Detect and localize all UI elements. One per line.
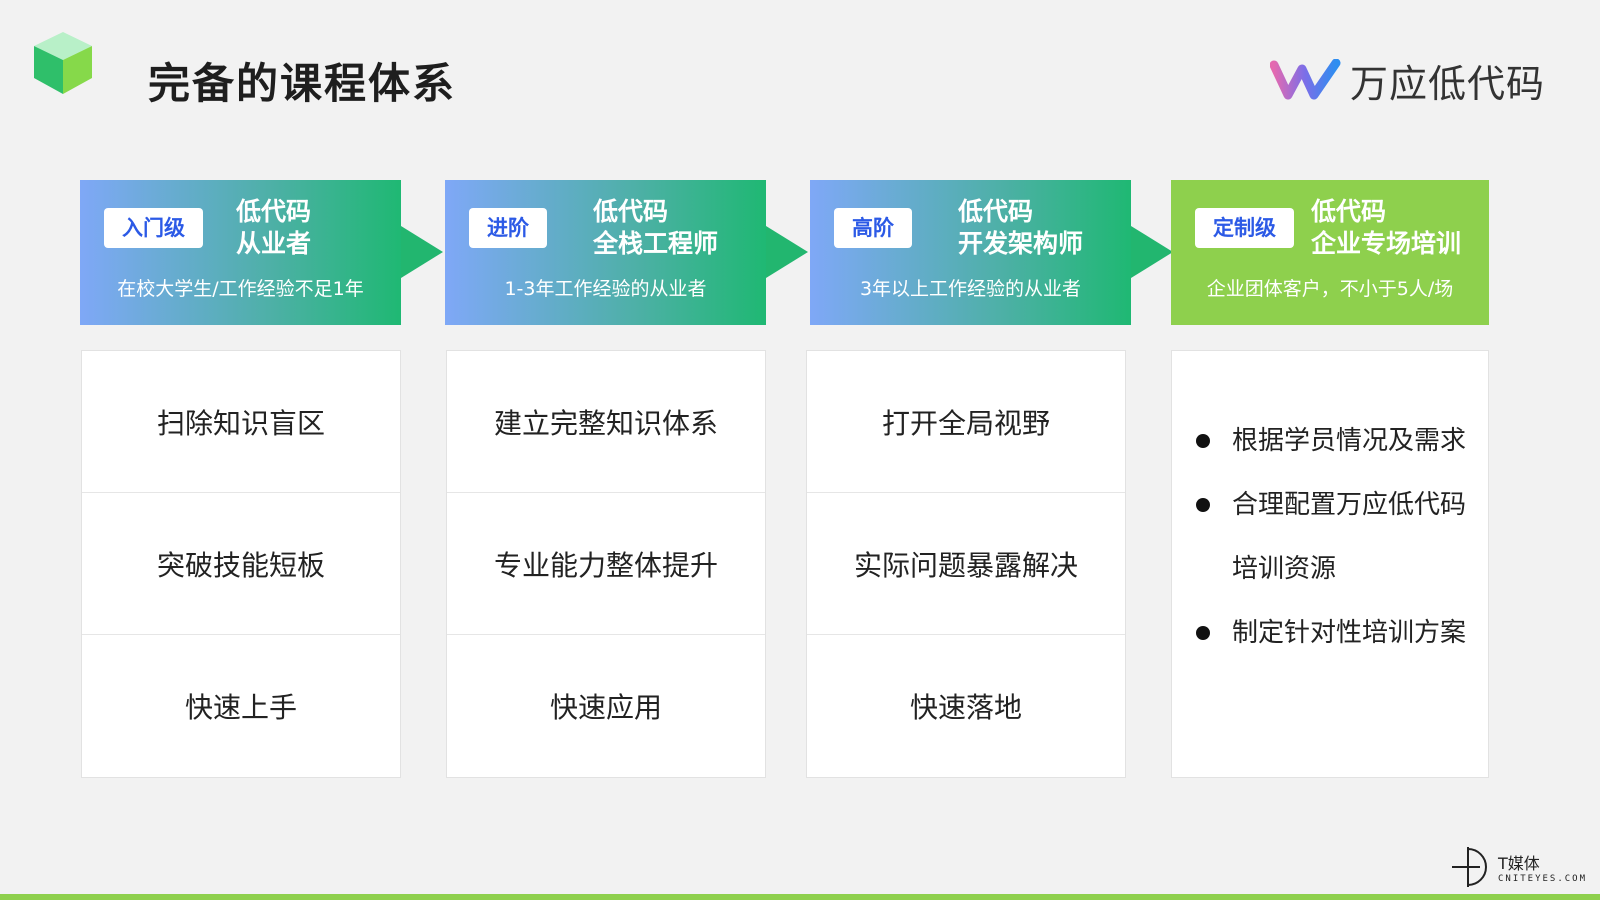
list-item: 实际问题暴露解决 (807, 493, 1125, 635)
level-title-line2: 从业者 (236, 229, 312, 258)
list-item: 扫除知识盲区 (82, 351, 400, 493)
brand-w-icon (1270, 59, 1341, 100)
footer-bar (0, 894, 1600, 900)
level-badge: 高阶 (834, 208, 912, 248)
level-title-line1: 低代码 (593, 197, 669, 226)
list-item: 专业能力整体提升 (447, 493, 765, 635)
list-item: 建立完整知识体系 (447, 351, 765, 493)
level-content-beginner: 扫除知识盲区 突破技能短板 快速上手 (81, 350, 401, 778)
level-title: 低代码 全栈工程师 (593, 196, 718, 260)
level-subtitle: 企业团体客户，不小于5人/场 (1206, 278, 1454, 300)
level-header-beginner: 入门级 低代码 从业者 在校大学生/工作经验不足1年 (80, 180, 401, 325)
bullet-text: 根据学员情况及需求 (1232, 426, 1467, 456)
level-subtitle: 3年以上工作经验的从业者 (859, 278, 1082, 300)
bullet-text: 制定针对性培训方案 (1232, 618, 1467, 648)
bullet-list: 根据学员情况及需求 合理配置万应低代码培训资源 制定针对性培训方案 (1172, 351, 1488, 665)
bullet-dot-icon (1196, 498, 1210, 512)
page-title: 完备的课程体系 (148, 59, 457, 108)
watermark-cn: T媒体 (1498, 854, 1540, 873)
arrow-right-icon (401, 226, 443, 278)
level-title: 低代码 企业专场培训 (1311, 196, 1461, 260)
level-title-line1: 低代码 (236, 197, 312, 226)
level-title-line2: 开发架构师 (958, 229, 1084, 258)
level-header-custom: 定制级 低代码 企业专场培训 企业团体客户，不小于5人/场 (1171, 180, 1489, 325)
level-header-senior: 高阶 低代码 开发架构师 3年以上工作经验的从业者 (810, 180, 1131, 325)
level-title-line1: 低代码 (1311, 197, 1387, 226)
list-item: 快速落地 (909, 691, 1022, 724)
brand-name: 万应低代码 (1350, 61, 1546, 106)
tmedia-logo-icon (1452, 847, 1487, 887)
level-subtitle: 在校大学生/工作经验不足1年 (117, 278, 364, 300)
bullet-dot-icon (1196, 434, 1210, 448)
brand-logo: 万应低代码 (1270, 55, 1546, 106)
level-badge: 进阶 (469, 208, 547, 248)
list-item: 快速上手 (184, 691, 297, 724)
tmedia-watermark: T媒体 CNITEYES.COM (1450, 842, 1587, 892)
bullet-item: 制定针对性培训方案 (1196, 601, 1488, 665)
level-badge: 入门级 (104, 208, 203, 248)
level-title-line2: 企业专场培训 (1311, 229, 1462, 258)
level-content-custom: 根据学员情况及需求 合理配置万应低代码培训资源 制定针对性培训方案 (1171, 350, 1489, 778)
list-item: 快速应用 (549, 691, 662, 724)
arrow-right-icon (1131, 226, 1173, 278)
bullet-text: 合理配置万应低代码培训资源 (1232, 490, 1467, 584)
bullet-item: 根据学员情况及需求 (1196, 409, 1488, 473)
watermark-en: CNITEYES.COM (1498, 874, 1588, 884)
list-item: 打开全局视野 (807, 351, 1125, 493)
list-item: 突破技能短板 (82, 493, 400, 635)
bullet-item: 合理配置万应低代码培训资源 (1196, 473, 1488, 601)
level-title: 低代码 开发架构师 (958, 196, 1083, 260)
level-subtitle: 1-3年工作经验的从业者 (504, 278, 707, 300)
level-content-advanced: 建立完整知识体系 专业能力整体提升 快速应用 (446, 350, 766, 778)
bullet-dot-icon (1196, 626, 1210, 640)
level-title: 低代码 从业者 (236, 196, 311, 260)
level-header-advanced: 进阶 低代码 全栈工程师 1-3年工作经验的从业者 (445, 180, 766, 325)
arrow-right-icon (766, 226, 808, 278)
level-title-line1: 低代码 (958, 197, 1034, 226)
cube-logo-icon (34, 32, 92, 94)
level-title-line2: 全栈工程师 (593, 229, 719, 258)
level-content-senior: 打开全局视野 实际问题暴露解决 快速落地 (806, 350, 1126, 778)
level-badge: 定制级 (1195, 208, 1294, 248)
